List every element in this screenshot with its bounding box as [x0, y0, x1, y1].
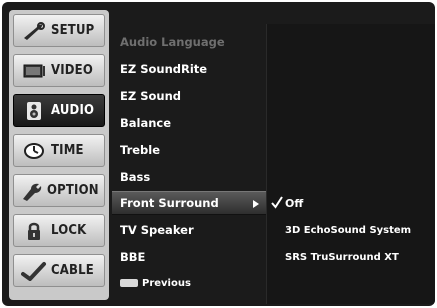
tab-option[interactable]: OPTION — [13, 174, 105, 207]
tab-label: LOCK — [51, 223, 87, 238]
tv-icon — [19, 60, 49, 82]
menu-item-bbe[interactable]: BBE — [112, 245, 266, 269]
previous-label: Previous — [142, 277, 191, 289]
wrench-icon — [19, 20, 49, 42]
menu-key-icon — [120, 279, 138, 287]
menu-item-label: EZ Sound — [120, 89, 181, 103]
arrow-right-icon — [252, 198, 260, 212]
lock-icon — [19, 220, 49, 242]
menu-item-label: EZ SoundRite — [120, 62, 208, 76]
menu-item-front-surround[interactable]: Front Surround — [112, 191, 266, 215]
menu-item-label: Balance — [120, 116, 172, 130]
menu-item-label: BBE — [120, 250, 146, 264]
menu-item-ez-soundrite[interactable]: EZ SoundRite — [112, 57, 266, 81]
speaker-icon — [19, 100, 49, 122]
check-icon — [271, 195, 283, 212]
audio-menu: Audio Language EZ SoundRite EZ Sound Bal… — [112, 24, 266, 304]
option-label: 3D EchoSound System — [285, 224, 412, 236]
menu-item-label: TV Speaker — [120, 223, 194, 237]
clock-icon — [19, 140, 49, 162]
menu-item-ez-sound[interactable]: EZ Sound — [112, 84, 266, 108]
option-srs-trusurround[interactable]: SRS TruSurround XT — [267, 245, 435, 269]
option-off[interactable]: Off — [267, 191, 435, 215]
tab-column: SETUP VIDEO AUDIO TIME OPTION LOCK CABLE — [9, 10, 109, 300]
tab-cable[interactable]: CABLE — [13, 254, 105, 287]
tab-label: SETUP — [51, 23, 95, 38]
option-3d-echosound[interactable]: 3D EchoSound System — [267, 218, 435, 242]
tab-label: AUDIO — [51, 103, 95, 118]
menu-item-label: Audio Language — [120, 35, 225, 49]
option-label: Off — [285, 196, 304, 210]
menu-item-audio-language: Audio Language — [112, 30, 266, 54]
tab-time[interactable]: TIME — [13, 134, 105, 167]
tab-label: TIME — [51, 143, 84, 158]
tab-audio[interactable]: AUDIO — [13, 94, 105, 127]
menu-item-bass[interactable]: Bass — [112, 165, 266, 189]
tab-label: OPTION — [47, 183, 99, 198]
front-surround-submenu: Off 3D EchoSound System SRS TruSurround … — [267, 24, 435, 304]
option-label: SRS TruSurround XT — [285, 251, 399, 263]
tv-osd-screen: SETUP VIDEO AUDIO TIME OPTION LOCK CABLE… — [2, 2, 435, 306]
tab-video[interactable]: VIDEO — [13, 54, 105, 87]
tab-label: VIDEO — [51, 63, 93, 78]
menu-item-label: Treble — [120, 143, 161, 157]
tab-setup[interactable]: SETUP — [13, 14, 105, 47]
menu-item-label: Front Surround — [120, 196, 219, 210]
menu-item-treble[interactable]: Treble — [112, 138, 266, 162]
tab-lock[interactable]: LOCK — [13, 214, 105, 247]
option-icon — [19, 180, 45, 202]
tab-label: CABLE — [51, 263, 94, 278]
cable-icon — [19, 260, 49, 282]
menu-item-label: Bass — [120, 170, 151, 184]
previous-button[interactable]: Previous — [112, 271, 266, 295]
menu-item-balance[interactable]: Balance — [112, 111, 266, 135]
menu-item-tv-speaker[interactable]: TV Speaker — [112, 218, 266, 242]
